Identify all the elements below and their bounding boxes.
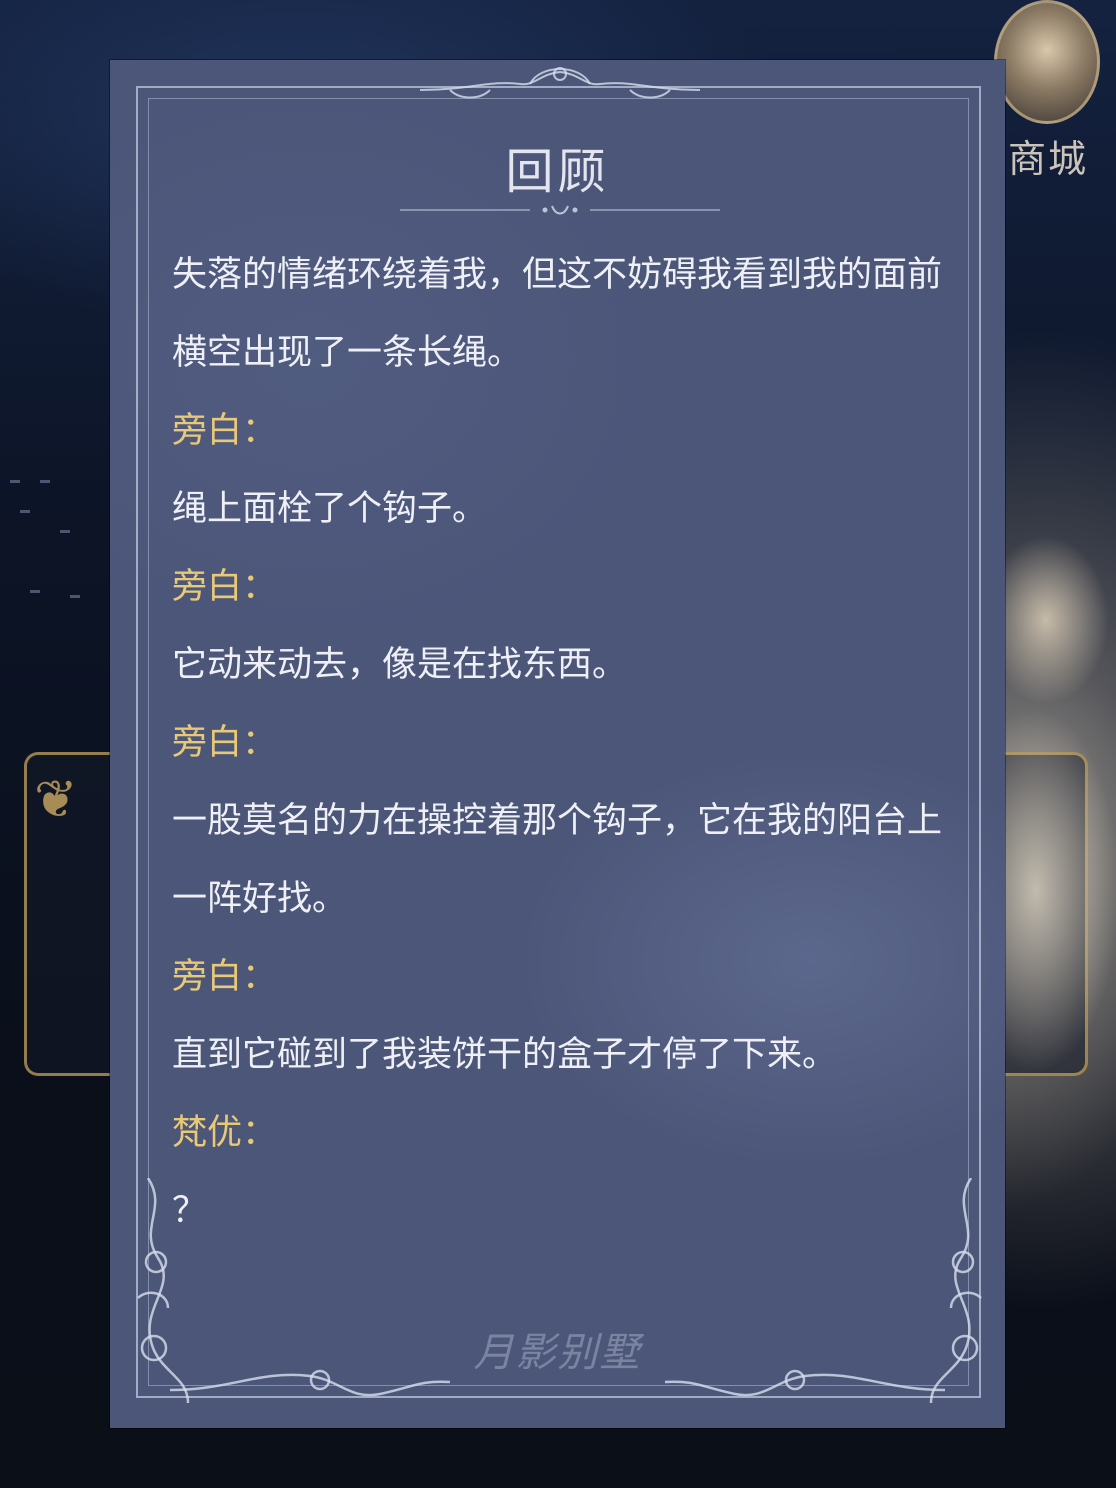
shop-button[interactable]: 商城 [988,0,1104,190]
dialog-ornament-icon: ❦ [34,770,78,830]
shop-label: 商城 [1008,137,1089,181]
entry-speaker: 旁白： [172,411,278,451]
entry-speaker: 旁白： [172,957,278,997]
entry-text: 绳上面栓了个钩子。 [172,489,488,529]
game-logo: 月影别墅 [473,1330,642,1376]
entry-1: 旁白： 绳上面栓了个钩子。 [172,392,962,548]
entry-3: 旁白： 一股莫名的力在操控着那个钩子，它在我的阳台上一阵好找。 [172,704,962,938]
entry-speaker: 旁白： [172,723,278,763]
review-entries[interactable]: 失落的情绪环绕着我，但这不妨碍我看到我的面前横空出现了一条长绳。 旁白： 绳上面… [172,236,962,1250]
top-scroll-ornament-icon [419,67,701,99]
panel-title: 回顾 [505,144,610,200]
entry-text: 它动来动去，像是在找东西。 [172,645,628,685]
entry-speaker: 梵优： [172,1113,278,1153]
entry-4: 旁白： 直到它碰到了我装饼干的盒子才停了下来。 [172,938,962,1094]
city-lights [0,470,110,630]
entry-text: 失落的情绪环绕着我，但这不妨碍我看到我的面前横空出现了一条长绳。 [172,255,943,373]
review-panel[interactable]: 回顾 失落的情绪环绕着我，但这不妨碍我看到我的面前横空出现了一条长绳。 旁白： … [110,60,1005,1428]
entry-text: ？ [172,1191,208,1231]
entry-2: 旁白： 它动来动去，像是在找东西。 [172,548,962,704]
entry-text: 一股莫名的力在操控着那个钩子，它在我的阳台上一阵好找。 [172,801,943,919]
entry-speaker: 旁白： [172,567,278,607]
entry-5: 梵优： ？ [172,1094,962,1250]
shop-avatar [994,0,1100,124]
entry-text: 直到它碰到了我装饼干的盒子才停了下来。 [172,1035,838,1075]
entry-0: 失落的情绪环绕着我，但这不妨碍我看到我的面前横空出现了一条长绳。 [172,236,962,392]
title-divider-icon [400,205,720,215]
